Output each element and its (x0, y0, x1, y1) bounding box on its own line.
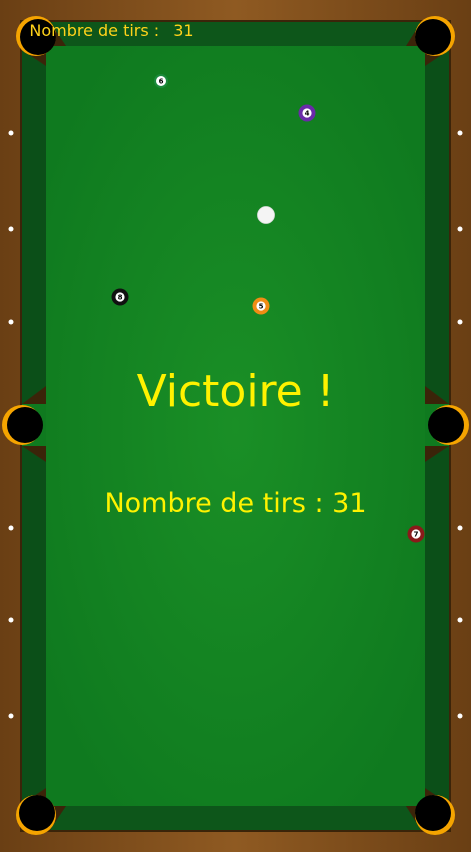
diamond (457, 617, 463, 623)
shot-counter: Nombre de tirs : 31 (9, 1, 194, 61)
diamond (457, 319, 463, 325)
diamond (8, 525, 14, 531)
pool-table[interactable]: 4 6 8 5 7 (0, 0, 471, 852)
diamond (457, 713, 463, 719)
felt[interactable] (46, 46, 425, 806)
cushion-bottom (50, 806, 421, 830)
ball-6-number: 6 (159, 78, 164, 86)
cushion-right-upper (425, 50, 449, 404)
diamond (8, 319, 14, 325)
cushion-left-upper (22, 50, 46, 404)
diamond (8, 130, 14, 136)
ball-5-number: 5 (259, 303, 264, 311)
diamond (457, 130, 463, 136)
diamond (457, 525, 463, 531)
diamond (8, 713, 14, 719)
ball-5: 5 (252, 297, 270, 315)
diamond (8, 226, 14, 232)
pocket-bottom-right (415, 795, 455, 835)
pocket-top-right (415, 16, 455, 56)
ball-4: 4 (298, 104, 316, 122)
game-stage[interactable]: 4 6 8 5 7 Nombre de tirs :31 Victoire ! … (0, 0, 471, 852)
shot-counter-label: Nombre de tirs : (29, 21, 160, 40)
ball-7-number: 7 (414, 531, 419, 539)
ball-8-number: 8 (118, 294, 123, 302)
victory-shot-count: Nombre de tirs : 31 (104, 488, 367, 519)
diamond (8, 617, 14, 623)
ball-7: 7 (407, 525, 425, 543)
ball-6: 6 (154, 74, 168, 88)
victory-title: Victoire ! (136, 366, 335, 417)
ball-8: 8 (111, 288, 129, 306)
shot-counter-value: 31 (173, 21, 194, 40)
diamond (457, 226, 463, 232)
cue-ball[interactable] (257, 206, 275, 224)
ball-4-number: 4 (305, 110, 310, 118)
pocket-bottom-left (16, 795, 56, 835)
